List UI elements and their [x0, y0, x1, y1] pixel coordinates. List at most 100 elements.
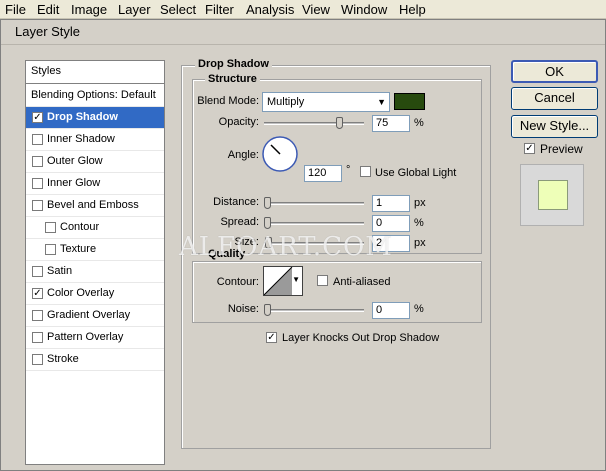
contour-checkbox[interactable] [45, 222, 56, 233]
menu-analysis[interactable]: Analysis [246, 2, 294, 17]
distance-input[interactable]: 1 [372, 195, 410, 212]
style-item-label: Texture [60, 243, 97, 255]
style-item-label: Gradient Overlay [47, 309, 131, 321]
texture-checkbox[interactable] [45, 244, 56, 255]
blend-mode-value: Multiply [267, 96, 305, 108]
size-unit: px [414, 237, 426, 249]
preview-checkbox[interactable]: ✓ [524, 143, 535, 154]
opacity-unit: % [414, 117, 424, 129]
style-item-label: Outer Glow [47, 155, 103, 167]
menu-bar: File Edit Image Layer Select Filter Anal… [0, 0, 606, 19]
anti-aliased-checkbox[interactable] [317, 275, 328, 286]
pattern-overlay-checkbox[interactable] [32, 332, 43, 343]
distance-slider-thumb[interactable] [264, 197, 271, 209]
dialog-title: Layer Style [15, 24, 81, 39]
style-item-pattern-overlay[interactable]: Pattern Overlay [26, 327, 164, 349]
gradient-overlay-checkbox[interactable] [32, 310, 43, 321]
style-item-stroke[interactable]: Stroke [26, 349, 164, 371]
outer-glow-checkbox[interactable] [32, 156, 43, 167]
opacity-label: Opacity: [218, 116, 259, 128]
menu-layer[interactable]: Layer [118, 2, 151, 17]
noise-unit: % [414, 303, 424, 315]
style-item-inner-glow[interactable]: Inner Glow [26, 173, 164, 195]
contour-picker[interactable]: ▼ [263, 266, 303, 296]
distance-unit: px [414, 197, 426, 209]
new-style-button[interactable]: New Style... [511, 115, 598, 138]
styles-list: Styles Blending Options: Default ✓ Drop … [25, 60, 165, 465]
style-item-label: Stroke [47, 353, 79, 365]
preview-box [520, 164, 584, 226]
noise-input[interactable]: 0 [372, 302, 410, 319]
noise-slider-track[interactable] [264, 309, 364, 312]
menu-filter[interactable]: Filter [205, 2, 234, 17]
layer-knocks-out-checkbox[interactable]: ✓ [266, 332, 277, 343]
anti-aliased-label: Anti-aliased [333, 276, 391, 288]
use-global-light-label: Use Global Light [375, 167, 457, 179]
contour-label: Contour: [216, 276, 259, 288]
chevron-down-icon: ▼ [377, 97, 386, 107]
bevel-emboss-checkbox[interactable] [32, 200, 43, 211]
menu-help[interactable]: Help [399, 2, 426, 17]
shadow-color-swatch[interactable] [394, 93, 425, 110]
structure-title: Structure [205, 73, 260, 85]
menu-select[interactable]: Select [160, 2, 196, 17]
opacity-input[interactable]: 75 [372, 115, 410, 132]
style-item-contour[interactable]: Contour [26, 217, 164, 239]
drop-shadow-title: Drop Shadow [195, 58, 272, 70]
drop-shadow-checkbox[interactable]: ✓ [32, 112, 43, 123]
menu-image[interactable]: Image [71, 2, 107, 17]
menu-window[interactable]: Window [341, 2, 387, 17]
satin-checkbox[interactable] [32, 266, 43, 277]
menu-edit[interactable]: Edit [37, 2, 59, 17]
distance-slider-track[interactable] [264, 202, 364, 205]
angle-unit: ° [346, 164, 351, 176]
use-global-light-checkbox[interactable] [360, 166, 371, 177]
style-item-label: Inner Shadow [47, 133, 115, 145]
style-item-label: Bevel and Emboss [47, 199, 139, 211]
color-overlay-checkbox[interactable]: ✓ [32, 288, 43, 299]
angle-input[interactable]: 120 [304, 165, 342, 182]
blending-options-item[interactable]: Blending Options: Default [26, 85, 164, 107]
distance-label: Distance: [213, 196, 259, 208]
spread-slider-track[interactable] [264, 222, 364, 225]
spread-unit: % [414, 217, 424, 229]
angle-dial[interactable] [261, 135, 299, 173]
style-item-bevel-emboss[interactable]: Bevel and Emboss [26, 195, 164, 217]
preview-label: Preview [540, 142, 583, 156]
style-item-satin[interactable]: Satin [26, 261, 164, 283]
dialog-title-bar[interactable]: Layer Style [1, 20, 605, 45]
opacity-slider-thumb[interactable] [336, 117, 343, 129]
style-item-label: Pattern Overlay [47, 331, 124, 343]
style-item-label: Inner Glow [47, 177, 101, 189]
cancel-button[interactable]: Cancel [511, 87, 598, 110]
blend-mode-label: Blend Mode: [197, 95, 259, 107]
spread-slider-thumb[interactable] [264, 217, 271, 229]
spread-label: Spread: [220, 216, 259, 228]
inner-glow-checkbox[interactable] [32, 178, 43, 189]
style-item-outer-glow[interactable]: Outer Glow [26, 151, 164, 173]
menu-view[interactable]: View [302, 2, 330, 17]
style-item-label: Color Overlay [47, 287, 115, 299]
preview-swatch [538, 180, 568, 210]
opacity-slider-track[interactable] [264, 122, 364, 125]
style-item-drop-shadow[interactable]: ✓ Drop Shadow [26, 107, 164, 129]
styles-header[interactable]: Styles [26, 61, 164, 84]
layer-knocks-out-label: Layer Knocks Out Drop Shadow [282, 332, 440, 344]
stroke-checkbox[interactable] [32, 354, 43, 365]
noise-label: Noise: [227, 303, 259, 315]
inner-shadow-checkbox[interactable] [32, 134, 43, 145]
chevron-down-icon: ▼ [292, 275, 300, 284]
layer-style-dialog: Layer Style Styles Blending Options: Def… [0, 19, 606, 471]
blend-mode-select[interactable]: Multiply ▼ [262, 92, 390, 112]
ok-button[interactable]: OK [511, 60, 598, 83]
noise-slider-thumb[interactable] [264, 304, 271, 316]
style-item-texture[interactable]: Texture [26, 239, 164, 261]
style-item-gradient-overlay[interactable]: Gradient Overlay [26, 305, 164, 327]
style-item-label: Drop Shadow [47, 111, 118, 123]
styles-header-label: Styles [31, 65, 61, 77]
style-item-label: Satin [47, 265, 73, 277]
menu-file[interactable]: File [5, 2, 26, 17]
style-item-color-overlay[interactable]: ✓ Color Overlay [26, 283, 164, 305]
style-item-inner-shadow[interactable]: Inner Shadow [26, 129, 164, 151]
spread-input[interactable]: 0 [372, 215, 410, 232]
